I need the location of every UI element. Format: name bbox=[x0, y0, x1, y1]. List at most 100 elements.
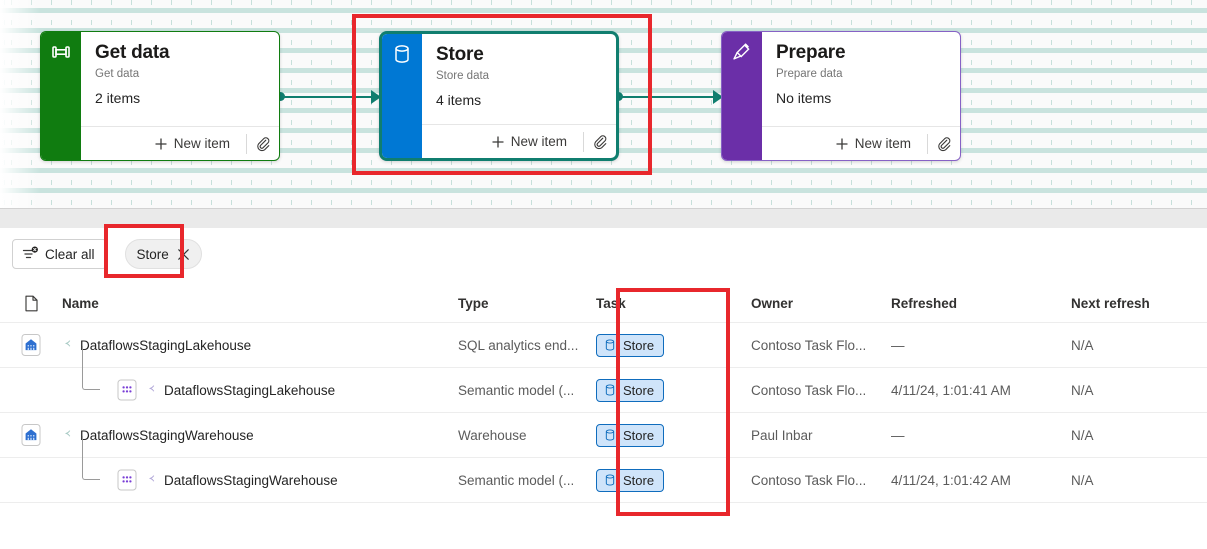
row-name-label: DataflowsStagingWarehouse bbox=[164, 472, 338, 488]
row-name-label: DataflowsStagingLakehouse bbox=[164, 382, 336, 398]
footer-divider bbox=[927, 133, 928, 154]
task-badge-label: Store bbox=[623, 382, 655, 398]
column-header-icon[interactable] bbox=[0, 295, 62, 312]
prepare-accent-bar bbox=[722, 32, 762, 160]
new-item-button[interactable]: New item bbox=[491, 134, 575, 149]
semantic-model-icon bbox=[117, 379, 137, 401]
card-footer: New item bbox=[762, 126, 960, 160]
plus-icon bbox=[492, 136, 504, 147]
filter-chip-store[interactable]: Store bbox=[124, 239, 202, 269]
card-item-count: 2 items bbox=[95, 90, 141, 106]
database-icon bbox=[605, 429, 615, 441]
connector-line-1 bbox=[281, 95, 375, 98]
broom-icon bbox=[733, 43, 750, 60]
table-row[interactable]: DataflowsStagingLakehouse Semantic model… bbox=[0, 345, 1207, 413]
row-name-cell[interactable]: DataflowsStagingWarehouse bbox=[62, 435, 458, 503]
row-next-refresh-cell: N/A bbox=[1071, 337, 1094, 353]
store-card-body: Store Store data 4 items New item bbox=[422, 34, 616, 158]
row-next-refresh-cell: N/A bbox=[1071, 427, 1094, 443]
row-owner-cell: Contoso Task Flo... bbox=[751, 382, 867, 398]
table-header-row: Name Type Task Owner Refreshed Next refr… bbox=[0, 285, 1207, 323]
task-badge-store[interactable]: Store bbox=[596, 468, 665, 492]
new-item-label: New item bbox=[173, 136, 230, 151]
column-header-name[interactable]: Name bbox=[62, 296, 458, 311]
new-item-label: New item bbox=[854, 136, 911, 151]
database-icon bbox=[605, 474, 615, 486]
card-title: Prepare bbox=[776, 42, 846, 63]
row-task-cell[interactable]: Store bbox=[596, 468, 751, 492]
row-name-inner: DataflowsStagingLakehouse bbox=[114, 377, 335, 403]
row-task-cell[interactable]: Store bbox=[596, 378, 751, 402]
connector-line-2 bbox=[619, 95, 717, 98]
column-header-task[interactable]: Task bbox=[596, 296, 751, 311]
get-data-card-body: Get data Get data 2 items New item bbox=[81, 32, 279, 160]
column-header-owner[interactable]: Owner bbox=[751, 296, 891, 311]
store-accent-bar bbox=[382, 34, 422, 158]
table-row[interactable]: DataflowsStagingLakehouse SQL analytics … bbox=[0, 323, 1207, 368]
clear-all-label: Clear all bbox=[45, 246, 95, 262]
attachment-button[interactable] bbox=[936, 136, 952, 152]
attachment-button[interactable] bbox=[592, 134, 608, 150]
row-type-cell: Semantic model (... bbox=[458, 382, 575, 398]
footer-divider bbox=[246, 133, 247, 154]
row-type-cell: Warehouse bbox=[458, 427, 527, 443]
sparkle-icon bbox=[148, 475, 155, 482]
row-owner-cell: Paul Inbar bbox=[751, 427, 813, 443]
flow-card-get-data[interactable]: Get data Get data 2 items New item bbox=[40, 31, 280, 161]
row-refreshed-cell: — bbox=[891, 337, 905, 353]
column-header-next-refresh[interactable]: Next refresh bbox=[1071, 296, 1191, 311]
row-refreshed-cell: 4/11/24, 1:01:41 AM bbox=[891, 382, 1011, 398]
row-type-cell: SQL analytics end... bbox=[458, 337, 579, 353]
column-header-type[interactable]: Type bbox=[458, 296, 596, 311]
tree-connector bbox=[82, 345, 100, 390]
row-task-cell[interactable]: Store bbox=[596, 423, 751, 447]
database-icon bbox=[395, 45, 409, 63]
footer-divider bbox=[583, 131, 584, 152]
row-name-cell[interactable]: DataflowsStagingWarehouse bbox=[62, 428, 458, 443]
flow-card-prepare[interactable]: Prepare Prepare data No items New item bbox=[721, 31, 961, 161]
card-subtitle: Prepare data bbox=[776, 68, 843, 80]
task-badge-store[interactable]: Store bbox=[596, 423, 665, 447]
row-name-label: DataflowsStagingLakehouse bbox=[80, 337, 252, 353]
row-owner-cell: Contoso Task Flo... bbox=[751, 337, 867, 353]
prepare-card-body: Prepare Prepare data No items New item bbox=[762, 32, 960, 160]
plus-icon bbox=[155, 138, 167, 149]
task-badge-store[interactable]: Store bbox=[596, 378, 665, 402]
row-next-refresh-cell: N/A bbox=[1071, 472, 1094, 488]
close-icon[interactable] bbox=[177, 248, 190, 261]
row-type-cell: Semantic model (... bbox=[458, 472, 575, 488]
card-subtitle: Get data bbox=[95, 68, 140, 80]
row-name-inner: DataflowsStagingWarehouse bbox=[114, 467, 338, 493]
tree-connector bbox=[82, 435, 100, 480]
filter-bar: Clear all Store bbox=[0, 228, 1207, 280]
database-icon bbox=[605, 384, 615, 396]
row-name-cell[interactable]: DataflowsStagingLakehouse bbox=[62, 345, 458, 413]
items-table: Name Type Task Owner Refreshed Next refr… bbox=[0, 285, 1207, 503]
lakehouse-icon bbox=[21, 334, 41, 356]
canvas-table-separator bbox=[0, 208, 1207, 228]
canvas-left-fade bbox=[0, 0, 40, 208]
clear-all-button[interactable]: Clear all bbox=[12, 239, 107, 269]
row-name-cell[interactable]: DataflowsStagingLakehouse bbox=[62, 338, 458, 353]
paperclip-icon bbox=[938, 136, 951, 151]
new-item-button[interactable]: New item bbox=[835, 136, 919, 151]
plus-icon bbox=[836, 138, 848, 149]
new-item-button[interactable]: New item bbox=[154, 136, 238, 151]
task-badge-store[interactable]: Store bbox=[596, 333, 665, 357]
task-badge-label: Store bbox=[623, 427, 655, 443]
row-indent bbox=[62, 435, 114, 503]
screen-root: Get data Get data 2 items New item Store… bbox=[0, 0, 1207, 549]
get-data-icon bbox=[52, 46, 70, 58]
task-badge-label: Store bbox=[623, 472, 655, 488]
attachment-button[interactable] bbox=[255, 136, 271, 152]
get-data-accent-bar bbox=[41, 32, 81, 160]
row-refreshed-cell: 4/11/24, 1:01:42 AM bbox=[891, 472, 1011, 488]
card-footer: New item bbox=[81, 126, 279, 160]
card-footer: New item bbox=[422, 124, 616, 158]
table-row[interactable]: DataflowsStagingWarehouse Semantic model… bbox=[0, 435, 1207, 503]
row-name-label: DataflowsStagingWarehouse bbox=[80, 427, 254, 443]
flow-card-store[interactable]: Store Store data 4 items New item bbox=[379, 31, 619, 161]
column-header-refreshed[interactable]: Refreshed bbox=[891, 296, 1071, 311]
row-task-cell[interactable]: Store bbox=[596, 333, 751, 357]
table-row[interactable]: DataflowsStagingWarehouse Warehouse Stor… bbox=[0, 413, 1207, 458]
